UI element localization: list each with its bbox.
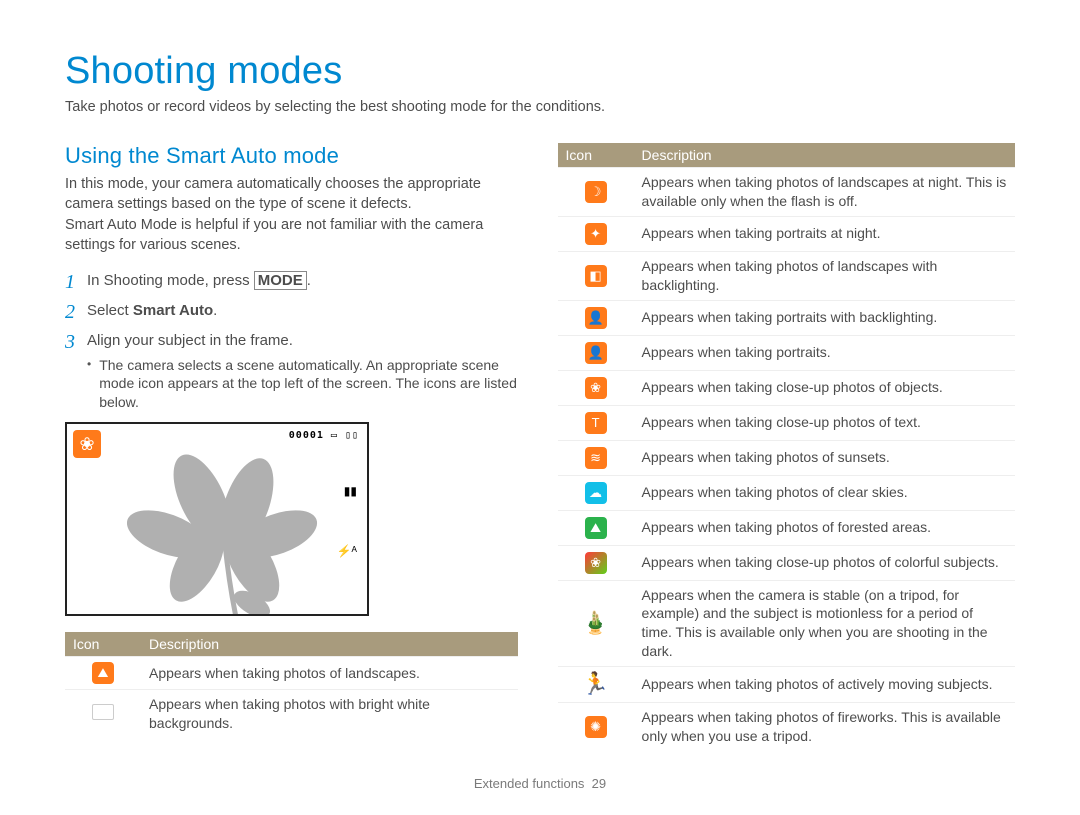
backlight-landscape-icon: ◧ xyxy=(558,251,634,300)
sky-icon: ☁ xyxy=(558,475,634,510)
landscape-icon: ⛰ xyxy=(65,657,141,690)
step-3-bullet: The camera selects a scene automatically… xyxy=(99,356,517,413)
th-icon: Icon xyxy=(558,143,634,168)
icon-description: Appears when taking photos of landscapes… xyxy=(141,657,518,690)
step-3-text: Align your subject in the frame. xyxy=(87,332,293,349)
step-1: 1 In Shooting mode, press MODE. xyxy=(65,271,518,293)
th-desc: Description xyxy=(141,632,518,657)
th-icon: Icon xyxy=(65,632,141,657)
section-heading: Using the Smart Auto mode xyxy=(65,143,518,169)
page-title: Shooting modes xyxy=(65,50,1015,93)
night-landscape-icon: ☽ xyxy=(558,168,634,217)
table-row: TAppears when taking close-up photos of … xyxy=(558,405,1015,440)
steps-list: 1 In Shooting mode, press MODE. 2 Select… xyxy=(65,271,518,412)
fireworks-icon: ✺ xyxy=(558,703,634,751)
page-footer: Extended functions 29 xyxy=(0,776,1080,791)
right-column: Icon Description ☽Appears when taking ph… xyxy=(558,143,1015,751)
macro-icon: ❀ xyxy=(558,370,634,405)
backlight-portrait-icon: 👤 xyxy=(558,300,634,335)
icon-description: Appears when taking portraits with backl… xyxy=(634,300,1015,335)
icon-description: Appears when taking photos of landscapes… xyxy=(634,168,1015,217)
mode-key: MODE xyxy=(254,271,307,290)
footer-page: 29 xyxy=(592,776,606,791)
portrait-icon: 👤 xyxy=(558,335,634,370)
section-desc-1: In this mode, your camera automatically … xyxy=(65,175,518,214)
table-row: ◧Appears when taking photos of landscape… xyxy=(558,251,1015,300)
icon-description: Appears when taking photos of clear skie… xyxy=(634,475,1015,510)
icon-description: Appears when taking portraits. xyxy=(634,335,1015,370)
table-row: ⛰Appears when taking photos of forested … xyxy=(558,510,1015,545)
tripod-icon: 🎍 xyxy=(558,580,634,667)
step-1-pre: In Shooting mode, press xyxy=(87,272,254,289)
step-3: 3 Align your subject in the frame. The c… xyxy=(65,331,518,412)
page-intro: Take photos or record videos by selectin… xyxy=(65,99,1015,115)
step-1-post: . xyxy=(307,272,311,289)
table-row: 👤Appears when taking portraits with back… xyxy=(558,300,1015,335)
lcd-record-icon: ▮▮ xyxy=(344,484,357,498)
table-row: ☁Appears when taking photos of clear ski… xyxy=(558,475,1015,510)
step-2-post: . xyxy=(213,302,217,319)
icon-table-left: Icon Description ⛰Appears when taking ph… xyxy=(65,632,518,738)
footer-label: Extended functions xyxy=(474,776,585,791)
forest-icon: ⛰ xyxy=(558,510,634,545)
icon-description: Appears when taking close-up photos of t… xyxy=(634,405,1015,440)
icon-description: Appears when taking close-up photos of o… xyxy=(634,370,1015,405)
table-row: 🎍Appears when the camera is stable (on a… xyxy=(558,580,1015,667)
scene-mode-icon: ❀ xyxy=(73,430,101,458)
step-2: 2 Select Smart Auto. xyxy=(65,301,518,323)
columns: Using the Smart Auto mode In this mode, … xyxy=(65,143,1015,751)
camera-lcd-preview: ❀ 00001 ▭ ▯▯ ▮▮ ⚡ᴬ xyxy=(65,422,369,616)
white-bg-icon xyxy=(65,690,141,738)
sunset-icon: ≋ xyxy=(558,440,634,475)
icon-description: Appears when taking photos of fireworks.… xyxy=(634,703,1015,751)
step-2-pre: Select xyxy=(87,302,133,319)
step-2-bold: Smart Auto xyxy=(133,302,213,319)
icon-description: Appears when taking close-up photos of c… xyxy=(634,545,1015,580)
icon-description: Appears when taking photos of landscapes… xyxy=(634,251,1015,300)
table-row: 👤Appears when taking portraits. xyxy=(558,335,1015,370)
step-number: 3 xyxy=(65,331,87,412)
table-row: ☽Appears when taking photos of landscape… xyxy=(558,168,1015,217)
step-number: 1 xyxy=(65,271,87,293)
icon-description: Appears when taking photos of sunsets. xyxy=(634,440,1015,475)
flower-graphic xyxy=(127,454,327,616)
section-desc-2: Smart Auto Mode is helpful if you are no… xyxy=(65,216,518,255)
icon-description: Appears when taking photos with bright w… xyxy=(141,690,518,738)
icon-description: Appears when the camera is stable (on a … xyxy=(634,580,1015,667)
step-number: 2 xyxy=(65,301,87,323)
th-desc: Description xyxy=(634,143,1015,168)
table-row: ✦Appears when taking portraits at night. xyxy=(558,216,1015,251)
table-row: ⛰Appears when taking photos of landscape… xyxy=(65,657,518,690)
table-row: 🏃Appears when taking photos of actively … xyxy=(558,667,1015,703)
action-icon: 🏃 xyxy=(558,667,634,703)
table-row: ✺Appears when taking photos of fireworks… xyxy=(558,703,1015,751)
icon-description: Appears when taking photos of actively m… xyxy=(634,667,1015,703)
macro-color-icon: ❀ xyxy=(558,545,634,580)
icon-description: Appears when taking portraits at night. xyxy=(634,216,1015,251)
macro-text-icon: T xyxy=(558,405,634,440)
lcd-flash-icon: ⚡ᴬ xyxy=(337,544,357,558)
table-row: Appears when taking photos with bright w… xyxy=(65,690,518,738)
table-row: ≋Appears when taking photos of sunsets. xyxy=(558,440,1015,475)
lcd-counter: 00001 ▭ ▯▯ xyxy=(289,430,359,441)
step-3-sublist: The camera selects a scene automatically… xyxy=(87,356,518,413)
left-column: Using the Smart Auto mode In this mode, … xyxy=(65,143,518,751)
night-portrait-icon: ✦ xyxy=(558,216,634,251)
icon-description: Appears when taking photos of forested a… xyxy=(634,510,1015,545)
table-row: ❀Appears when taking close-up photos of … xyxy=(558,545,1015,580)
table-row: ❀Appears when taking close-up photos of … xyxy=(558,370,1015,405)
icon-table-right: Icon Description ☽Appears when taking ph… xyxy=(558,143,1015,751)
